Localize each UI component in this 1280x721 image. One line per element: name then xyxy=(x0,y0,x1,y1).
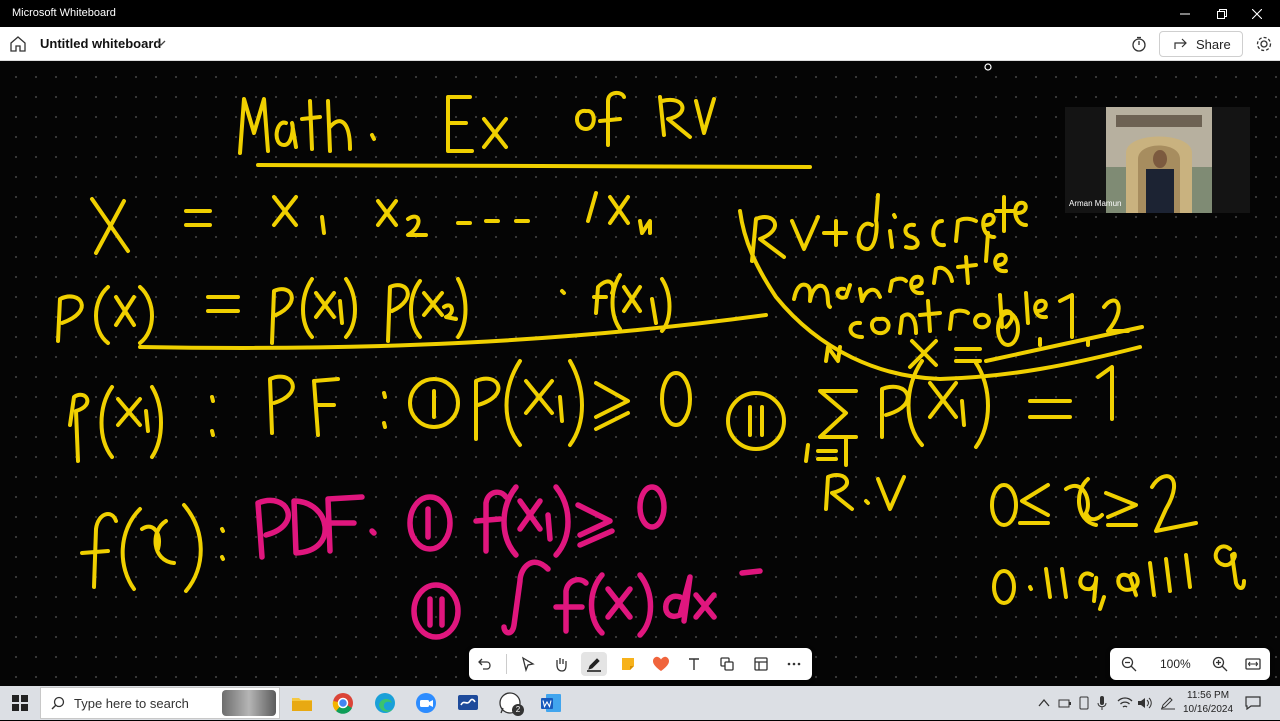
microphone-icon[interactable] xyxy=(1097,695,1107,711)
text-icon xyxy=(689,658,699,670)
yellow-ink-fx xyxy=(80,503,225,593)
restore-icon xyxy=(1217,8,1227,19)
participant-video[interactable]: Arman Mamun xyxy=(1065,107,1250,213)
template-icon xyxy=(754,657,768,671)
zoom-out-icon[interactable] xyxy=(1120,655,1138,673)
volume-icon[interactable] xyxy=(1137,696,1153,710)
search-placeholder: Type here to search xyxy=(74,695,189,711)
app-header: Untitled whiteboard Share xyxy=(0,27,1280,61)
zoom-app-icon[interactable] xyxy=(413,690,439,716)
title-bar: Microsoft Whiteboard xyxy=(0,0,1280,27)
whiteboard-app-icon[interactable] xyxy=(455,690,481,716)
pen-input-icon[interactable] xyxy=(1160,696,1176,710)
magenta-ink xyxy=(255,484,763,640)
sticky-note-tool[interactable] xyxy=(615,652,641,676)
participant-name: Arman Mamun xyxy=(1069,199,1122,208)
taskbar: Type here to search 2 11:56 PM 10/16/202… xyxy=(0,686,1280,720)
board-title[interactable]: Untitled whiteboard xyxy=(40,36,161,51)
zoom-level[interactable]: 100% xyxy=(1160,657,1191,671)
wifi-icon[interactable] xyxy=(1117,696,1133,710)
chevron-up-icon[interactable] xyxy=(1038,698,1050,708)
pointer-icon xyxy=(521,656,535,672)
participant-video-feed xyxy=(1106,107,1212,213)
share-button[interactable]: Share xyxy=(1159,31,1243,57)
clock-time: 11:56 PM xyxy=(1187,690,1230,701)
edge-icon[interactable] xyxy=(372,690,398,716)
pen-tool[interactable] xyxy=(581,652,607,676)
system-clock[interactable]: 11:56 PM 10/16/2024 xyxy=(1183,689,1233,717)
more-icon xyxy=(787,662,801,666)
undo-button[interactable] xyxy=(472,652,498,676)
more-options-button[interactable] xyxy=(781,652,807,676)
fit-screen-icon[interactable] xyxy=(1244,655,1262,673)
chevron-down-icon[interactable] xyxy=(155,37,167,49)
text-tool[interactable] xyxy=(681,652,707,676)
select-tool[interactable] xyxy=(515,652,541,676)
undo-icon xyxy=(478,658,491,670)
search-highlight-icon[interactable] xyxy=(222,690,276,716)
notification-badge: 2 xyxy=(512,704,524,716)
shapes-icon xyxy=(720,657,734,671)
timer-icon[interactable] xyxy=(1131,36,1147,52)
heart-icon xyxy=(653,656,669,671)
reactions-tool[interactable] xyxy=(648,652,674,676)
ink-toolbar xyxy=(469,648,812,680)
templates-tool[interactable] xyxy=(748,652,774,676)
close-icon xyxy=(1252,8,1262,19)
pen-icon xyxy=(587,658,601,672)
windows-start-icon[interactable] xyxy=(12,695,28,711)
zoom-in-icon[interactable] xyxy=(1211,655,1229,673)
hand-icon xyxy=(556,658,567,672)
search-icon xyxy=(51,696,65,710)
clock-date: 10/16/2024 xyxy=(1183,704,1234,715)
close-button[interactable] xyxy=(1234,0,1280,27)
toolbar-divider xyxy=(506,654,507,674)
pan-tool[interactable] xyxy=(548,652,574,676)
file-explorer-icon[interactable] xyxy=(289,690,315,716)
chrome-icon[interactable] xyxy=(330,690,356,716)
device-icon[interactable] xyxy=(1078,696,1090,710)
person-image xyxy=(1106,107,1212,213)
share-icon xyxy=(1174,38,1187,49)
battery-icon[interactable] xyxy=(1058,697,1072,709)
whiteboard-canvas[interactable]: Arman Mamun xyxy=(0,61,1280,686)
sticky-note-icon xyxy=(622,658,634,670)
whatsapp-icon[interactable]: 2 xyxy=(497,690,524,716)
share-label: Share xyxy=(1196,36,1231,52)
cursor-indicator xyxy=(984,63,992,71)
notifications-icon[interactable] xyxy=(1245,696,1261,710)
minimize-icon xyxy=(1180,13,1190,14)
app-title: Microsoft Whiteboard xyxy=(12,7,116,19)
home-icon[interactable] xyxy=(9,35,27,53)
shapes-tool[interactable] xyxy=(714,652,740,676)
gear-icon[interactable] xyxy=(1255,35,1273,53)
word-icon[interactable] xyxy=(538,690,564,716)
zoom-controls: 100% xyxy=(1110,648,1270,680)
